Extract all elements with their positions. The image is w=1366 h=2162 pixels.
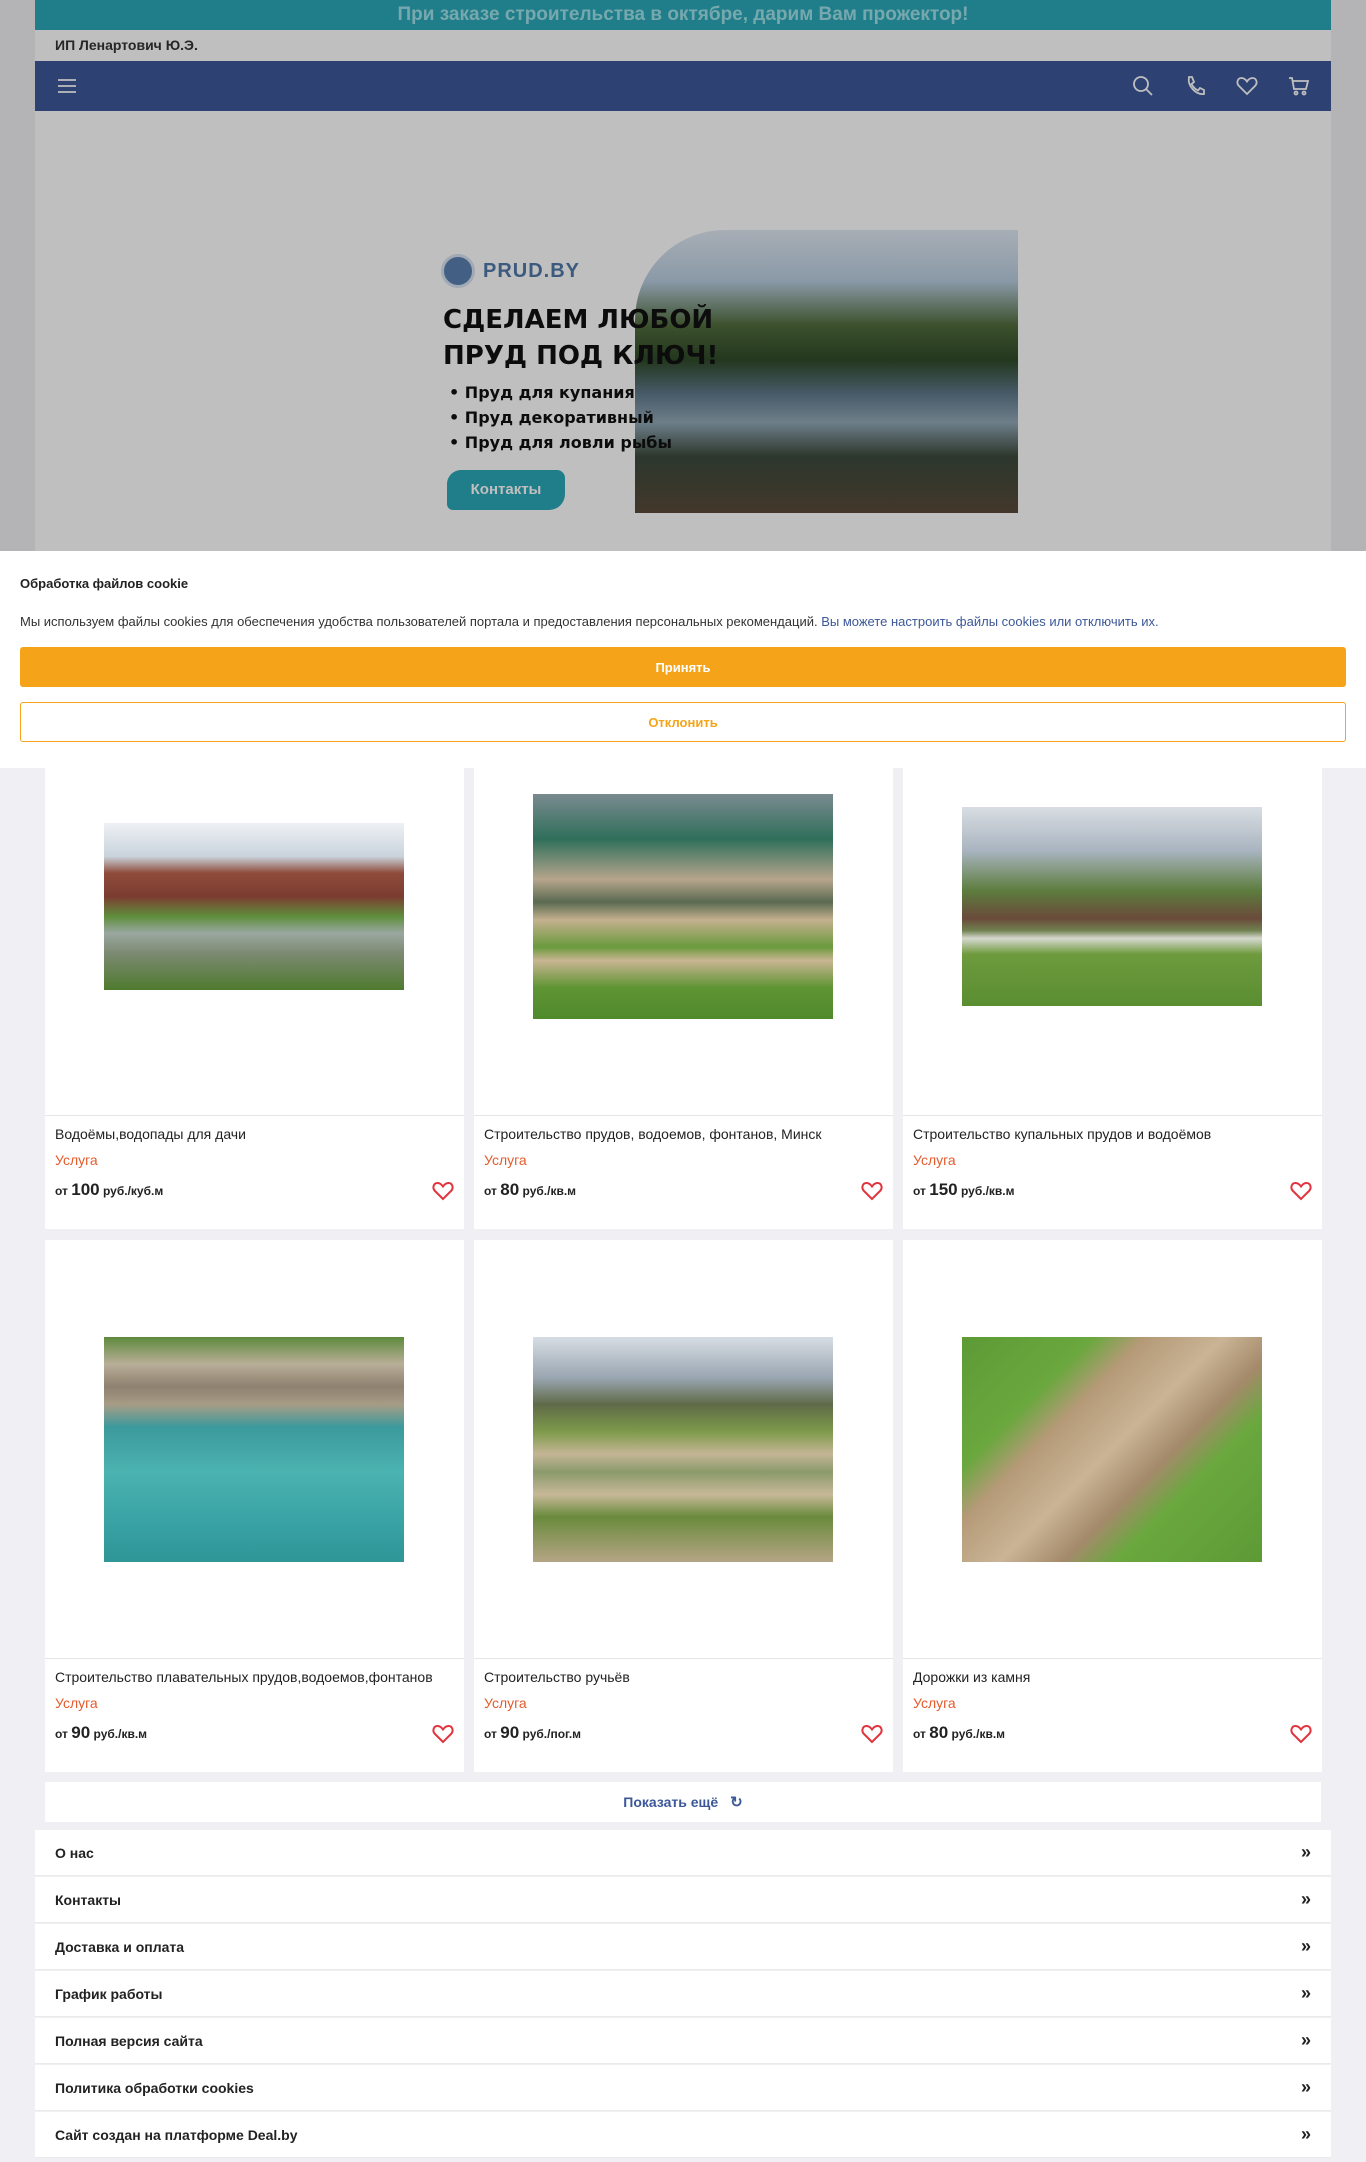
heart-icon[interactable] (432, 1724, 454, 1744)
heart-icon[interactable] (861, 1181, 883, 1201)
promo-banner[interactable]: При заказе строительства в октябре, дари… (35, 0, 1331, 30)
double-chevron-right-icon: » (1300, 1889, 1311, 1909)
heart-icon[interactable] (1235, 74, 1259, 98)
double-chevron-right-icon: » (1300, 1936, 1311, 1956)
product-image-area[interactable] (45, 1240, 464, 1659)
product-card[interactable]: Строительство плавательных прудов,водоем… (45, 1240, 464, 1772)
search-icon[interactable] (1131, 74, 1155, 98)
product-image-area[interactable] (903, 1240, 1322, 1659)
product-title[interactable]: Водоёмы,водопады для дачи (55, 1126, 246, 1142)
product-price: от 150 руб./кв.м (913, 1180, 1015, 1199)
product-title[interactable]: Строительство ручьёв (484, 1669, 630, 1685)
footer-link-cookie-policy[interactable]: Политика обработки cookies» (35, 2065, 1331, 2111)
product-price: от 90 руб./кв.м (55, 1723, 148, 1742)
hero-section: PRUD.BY СДЕЛАЕМ ЛЮБОЙ ПРУД ПОД КЛЮЧ! • Пр… (35, 111, 1331, 551)
double-chevron-right-icon: » (1300, 2077, 1311, 2097)
double-chevron-right-icon: » (1300, 1842, 1311, 1862)
promo-image-banner[interactable]: PRUD.BY СДЕЛАЕМ ЛЮБОЙ ПРУД ПОД КЛЮЧ! • Пр… (405, 230, 1018, 513)
product-title[interactable]: Строительство плавательных прудов,водоем… (55, 1669, 433, 1685)
product-price: от 80 руб./кв.м (913, 1723, 1006, 1742)
banner-bullet: • Пруд для купания (449, 383, 635, 402)
accept-cookies-button[interactable]: Принять (20, 647, 1346, 687)
double-chevron-right-icon: » (1300, 1983, 1311, 2003)
cookie-settings-link[interactable]: Вы можете настроить файлы cookies или от… (821, 614, 1158, 629)
product-photo (962, 807, 1262, 1006)
banner-bullet: • Пруд декоративный (449, 408, 654, 427)
product-type: Услуга (913, 1695, 956, 1711)
seller-name: ИП Ленартович Ю.Э. (35, 30, 1331, 61)
decline-cookies-button[interactable]: Отклонить (20, 702, 1346, 742)
double-chevron-right-icon: » (1300, 2124, 1311, 2144)
cookie-title: Обработка файлов cookie (20, 576, 189, 591)
product-card[interactable]: Строительство купальных прудов и водоёмо… (903, 768, 1322, 1229)
footer-link-schedule[interactable]: График работы» (35, 1971, 1331, 2017)
footer-link-contacts[interactable]: Контакты» (35, 1877, 1331, 1923)
cart-icon[interactable] (1287, 74, 1311, 98)
product-type: Услуга (55, 1695, 98, 1711)
show-more-button[interactable]: Показать ещё ↻ (45, 1782, 1321, 1822)
banner-bullets: • Пруд для купания • Пруд декоративный •… (449, 380, 672, 455)
product-card[interactable]: Дорожки из камня Услуга от 80 руб./кв.м (903, 1240, 1322, 1772)
product-price: от 80 руб./кв.м (484, 1180, 577, 1199)
phone-icon[interactable] (1183, 74, 1207, 98)
product-card[interactable]: Строительство ручьёв Услуга от 90 руб./п… (474, 1240, 893, 1772)
hamburger-menu-icon[interactable] (55, 74, 79, 98)
product-image-area[interactable] (903, 768, 1322, 1116)
banner-bullet: • Пруд для ловли рыбы (449, 433, 672, 452)
footer-link-delivery[interactable]: Доставка и оплата» (35, 1924, 1331, 1970)
product-photo (533, 794, 833, 1019)
product-photo (962, 1337, 1262, 1562)
footer-link-full-version[interactable]: Полная версия сайта» (35, 2018, 1331, 2064)
product-title[interactable]: Строительство купальных прудов и водоёмо… (913, 1126, 1211, 1142)
product-card[interactable]: Строительство прудов, водоемов, фонтанов… (474, 768, 893, 1229)
footer-link-platform[interactable]: Сайт создан на платформе Deal.by» (35, 2112, 1331, 2158)
product-type: Услуга (913, 1152, 956, 1168)
product-type: Услуга (55, 1152, 98, 1168)
cookie-dialog: Обработка файлов cookie Мы используем фа… (0, 551, 1366, 768)
product-type: Услуга (484, 1152, 527, 1168)
product-title[interactable]: Дорожки из камня (913, 1669, 1030, 1685)
heart-icon[interactable] (861, 1724, 883, 1744)
product-card[interactable]: Водоёмы,водопады для дачи Услуга от 100 … (45, 768, 464, 1229)
product-photo (104, 823, 404, 990)
product-photo (533, 1337, 833, 1562)
top-navbar (35, 61, 1331, 111)
footer-links: О нас» Контакты» Доставка и оплата» Граф… (35, 1830, 1331, 2159)
prud-logo: PRUD.BY (441, 254, 580, 288)
product-photo (104, 1337, 404, 1562)
product-image-area[interactable] (474, 1240, 893, 1659)
product-price: от 100 руб./куб.м (55, 1180, 164, 1199)
product-price: от 90 руб./пог.м (484, 1723, 582, 1742)
heart-icon[interactable] (432, 1181, 454, 1201)
product-image-area[interactable] (474, 768, 893, 1116)
refresh-icon: ↻ (730, 1794, 743, 1811)
cookie-text: Мы используем файлы cookies для обеспече… (20, 614, 1159, 629)
heart-icon[interactable] (1290, 1724, 1312, 1744)
double-chevron-right-icon: » (1300, 2030, 1311, 2050)
heart-icon[interactable] (1290, 1181, 1312, 1201)
product-type: Услуга (484, 1695, 527, 1711)
contacts-button[interactable]: Контакты (447, 470, 565, 510)
footer-link-about[interactable]: О нас» (35, 1830, 1331, 1876)
product-image-area[interactable] (45, 768, 464, 1116)
banner-headline: СДЕЛАЕМ ЛЮБОЙ ПРУД ПОД КЛЮЧ! (443, 305, 719, 371)
product-title[interactable]: Строительство прудов, водоемов, фонтанов… (484, 1126, 822, 1142)
